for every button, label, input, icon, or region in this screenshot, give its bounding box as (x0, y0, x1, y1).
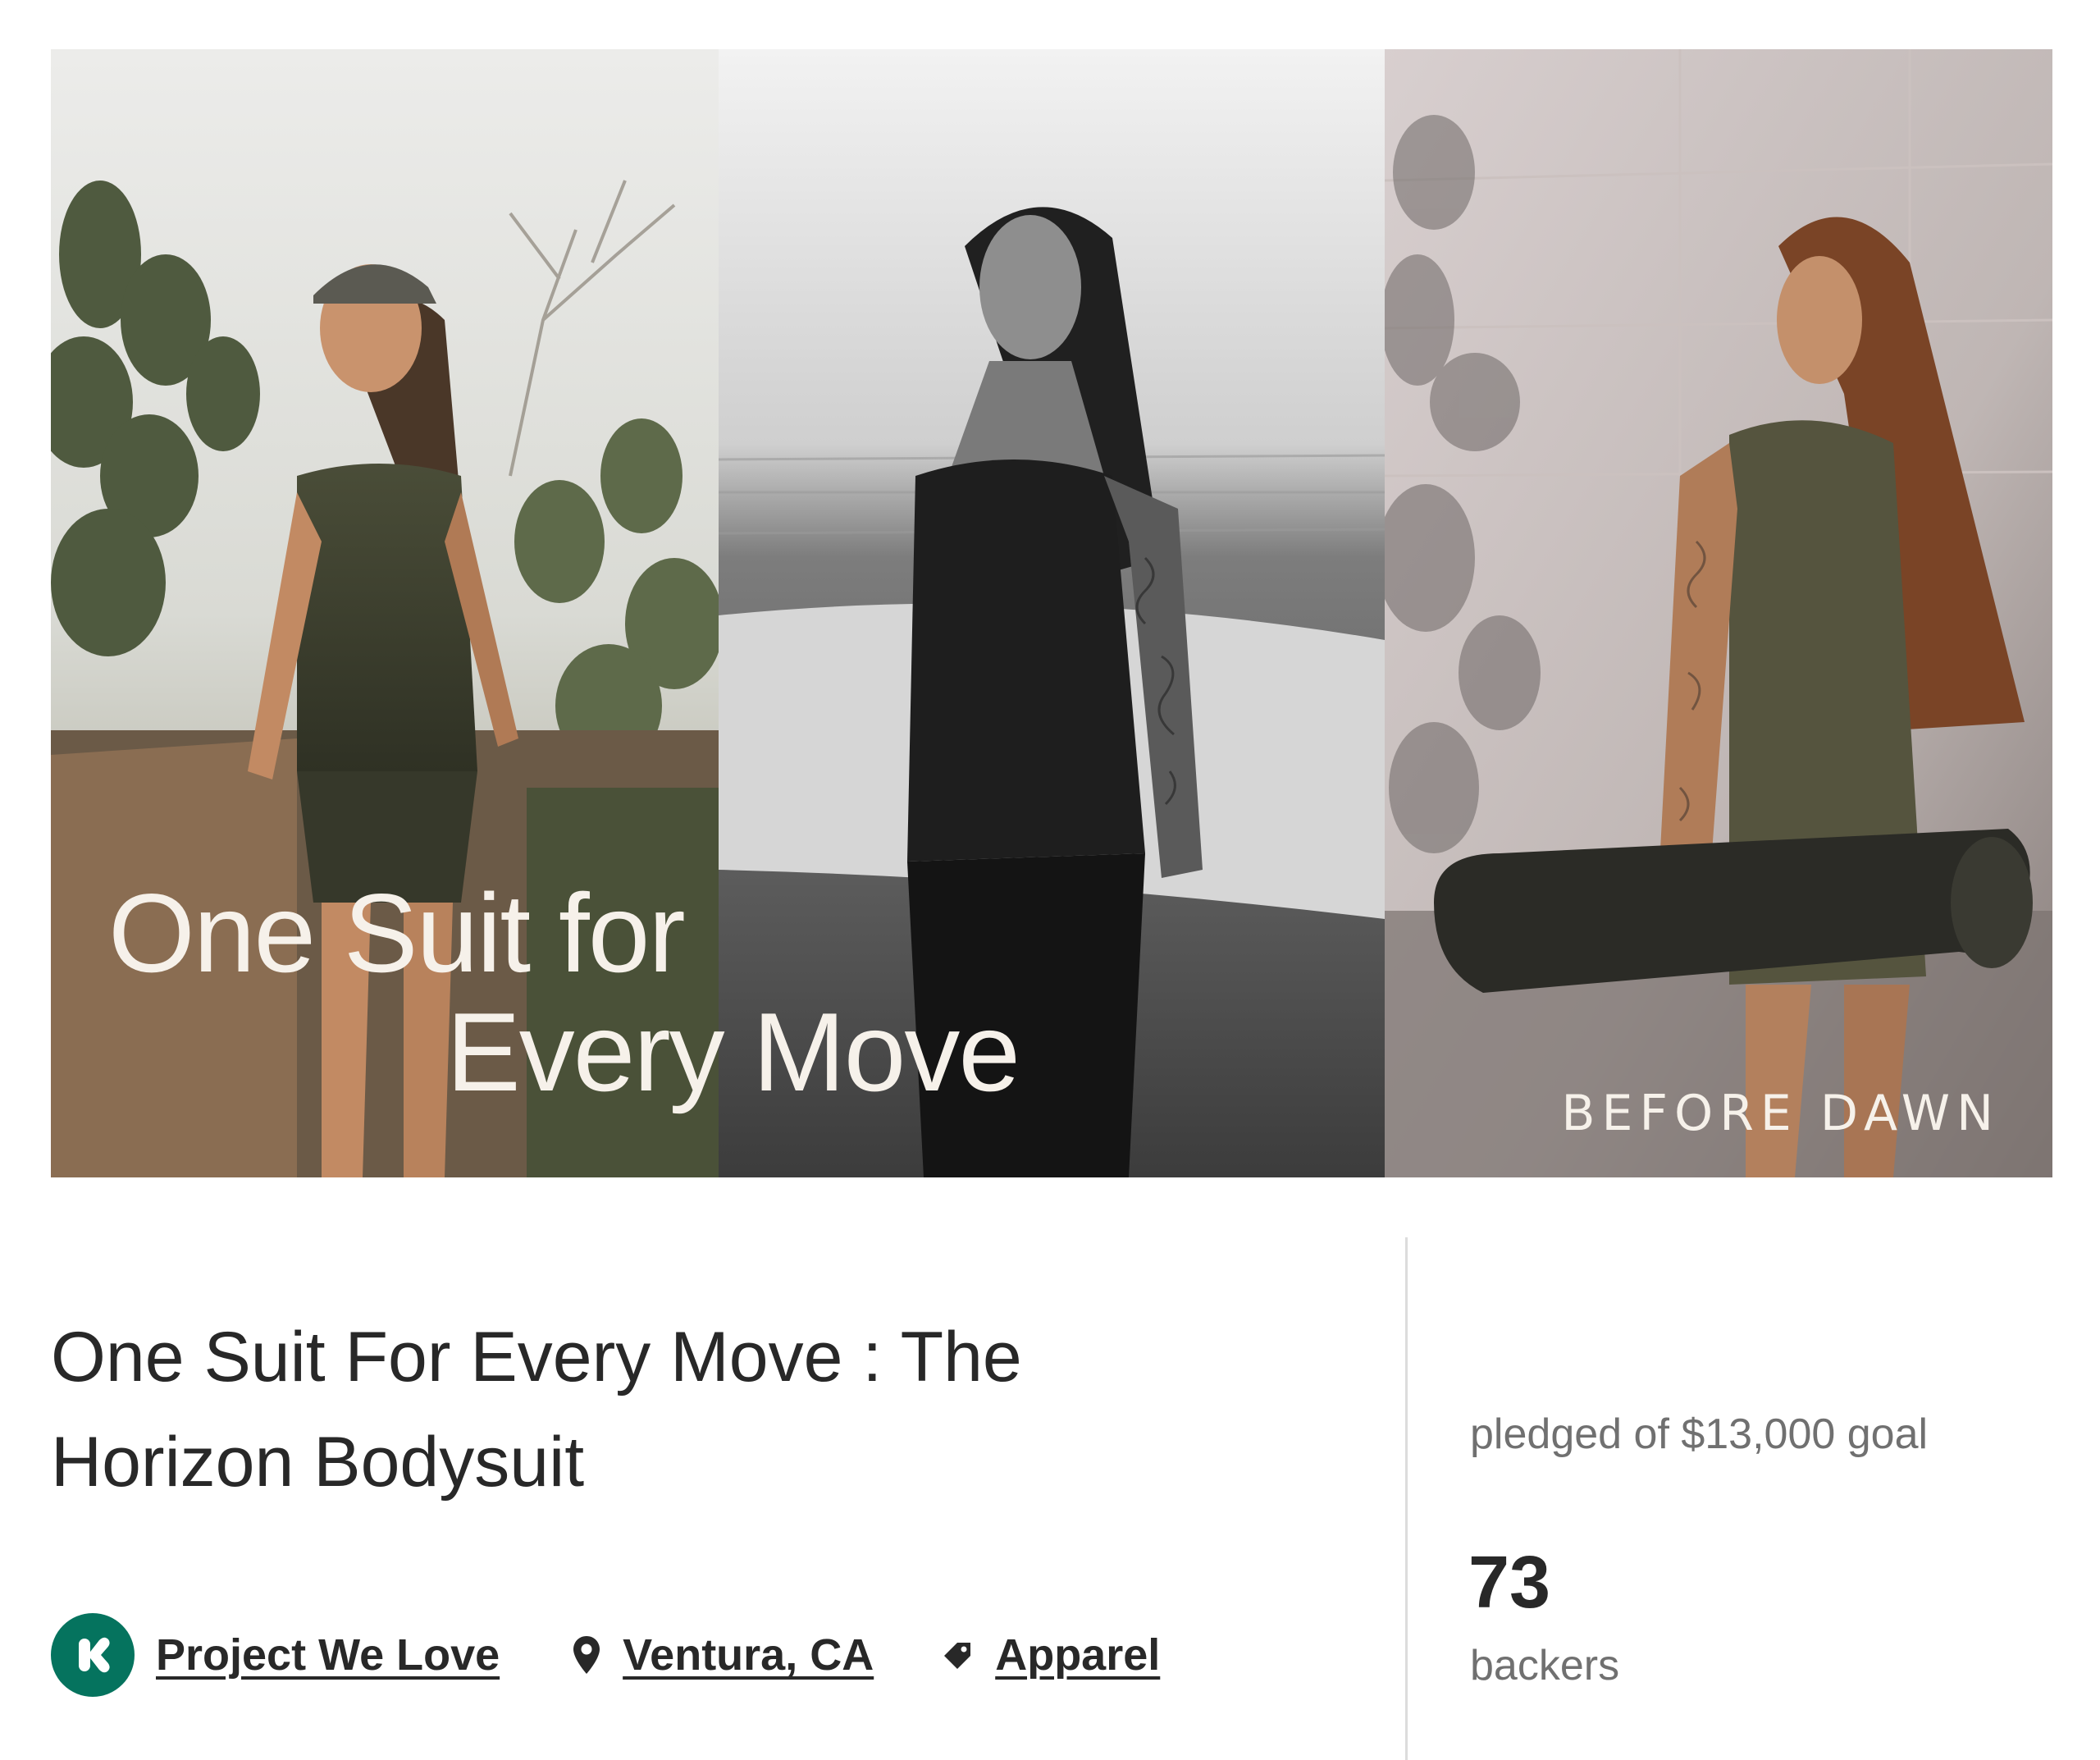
yoga-mat-photo-illustration (1385, 49, 2052, 1177)
category-link[interactable]: Apparel (995, 1630, 1160, 1680)
project-title: One Suit For Every Move : The Horizon Bo… (51, 1318, 1022, 1502)
backers-count: 73 (1468, 1542, 1551, 1624)
project-we-love-link[interactable]: Project We Love (156, 1630, 500, 1680)
location-pin-icon (572, 1634, 601, 1675)
hero-headline-line-1: One Suit for (108, 871, 686, 995)
location-link[interactable]: Ventura, CA (623, 1630, 874, 1680)
project-we-love-badge (51, 1613, 135, 1697)
brand-wordmark: BEFORE DAWN (1561, 1085, 2000, 1142)
kickstarter-k-icon (79, 1637, 110, 1673)
project-meta-row: Project We Love Ventura, CA Apparel (51, 1612, 1160, 1698)
hero-photo-yoga-mat (1385, 49, 2052, 1177)
hero-headline-line-2: Every Move (446, 990, 1020, 1114)
backers-label: backers (1470, 1642, 1620, 1689)
hero-banner: One Suit for Every Move BEFORE DAWN (51, 49, 2052, 1177)
stats-divider (1405, 1237, 1408, 1760)
tag-icon (941, 1638, 975, 1672)
hero-headline: One Suit for Every Move (108, 871, 1020, 1114)
pledged-goal-label: pledged of $13,000 goal (1470, 1410, 1929, 1458)
